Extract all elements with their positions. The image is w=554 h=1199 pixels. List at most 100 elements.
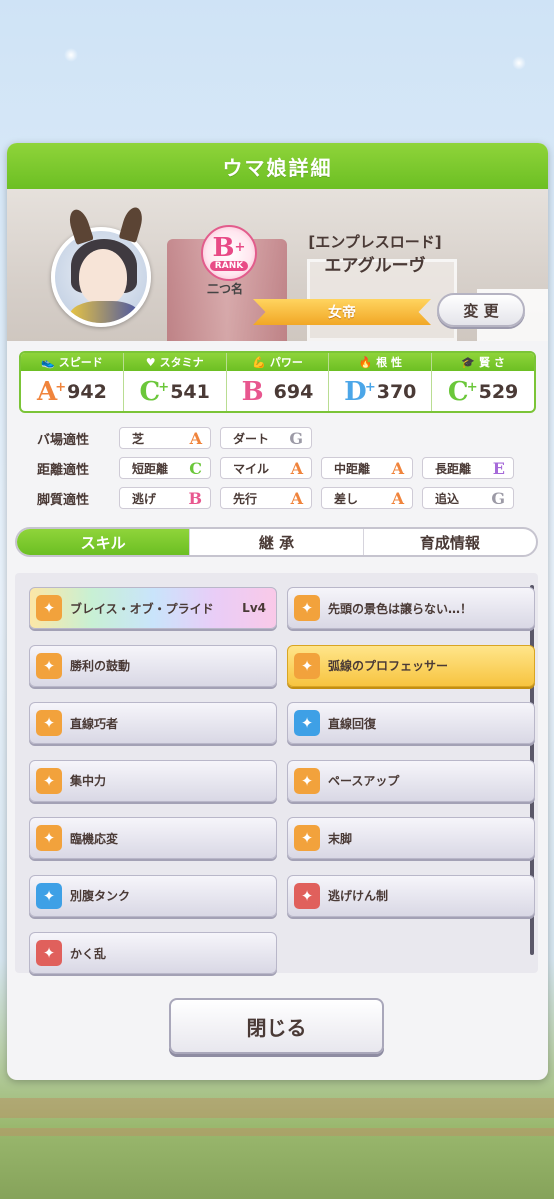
- aptitude-name: ダート: [233, 431, 270, 446]
- nickname-label[interactable]: 二つ名: [207, 280, 243, 297]
- aptitude-row-distance: 距離適性 短距離 C マイル A 中距離 A 長距離 E: [19, 453, 536, 483]
- aptitude-row-track: バ場適性芝 A ダート G: [19, 423, 536, 453]
- skill-name: かく乱: [70, 946, 107, 961]
- rank-letter: B+: [212, 232, 246, 263]
- aptitude-grade: C: [189, 458, 202, 478]
- aptitude-cell: 芝A: [119, 427, 211, 449]
- skill-button[interactable]: ✦ ペースアップ: [287, 759, 535, 802]
- background-sparkle: [512, 56, 526, 70]
- stat-label: パワー: [269, 356, 303, 369]
- aptitude-grade: E: [492, 458, 505, 478]
- skill-icon: ✦: [36, 882, 62, 909]
- change-title-button[interactable]: 変 更: [437, 293, 525, 327]
- skill-button[interactable]: ✦ 別腹タンク: [29, 874, 277, 917]
- stat-body: D +370: [329, 371, 431, 411]
- stat-grade: A +: [36, 377, 67, 407]
- stat-body: C +529: [432, 371, 534, 411]
- skill-button[interactable]: ✦ 弧線のプロフェッサー: [287, 644, 535, 687]
- skill-name: 直線巧者: [70, 716, 119, 731]
- aptitude-name: 差し: [334, 491, 359, 506]
- heart-icon: ♥: [145, 355, 156, 369]
- tab-training-info[interactable]: 育成情報: [364, 529, 536, 555]
- tab-inheritance[interactable]: 継 承: [190, 529, 364, 555]
- skill-icon: ✦: [36, 652, 62, 679]
- skill-icon: ✦: [36, 940, 62, 966]
- skill-button[interactable]: ✦ ブレイス・オブ・プライド Lv4: [29, 587, 277, 629]
- skill-name: 集中力: [70, 774, 107, 788]
- skill-level: Lv4: [242, 601, 266, 615]
- skill-name: 別腹タンク: [70, 889, 131, 903]
- aptitude-name: 先行: [233, 491, 258, 506]
- stat-header: 🔥 根 性: [329, 353, 432, 371]
- skill-button[interactable]: ✦ 先頭の景色は譲らない…！: [287, 587, 535, 629]
- aptitude-name: 長距離: [435, 461, 472, 476]
- aptitude-cell: 逃げ B: [119, 487, 211, 509]
- close-button[interactable]: 閉じる: [169, 998, 384, 1054]
- stat-label: スタミナ: [159, 356, 204, 369]
- aptitude-grade: B: [188, 488, 202, 508]
- background-sparkle: [64, 48, 78, 62]
- aptitude-grade: A: [391, 488, 404, 508]
- stat-4: 🎓 賢 さ C +529: [432, 353, 534, 411]
- tab-skills[interactable]: スキル: [17, 529, 191, 555]
- avatar-ear-right: [118, 205, 146, 243]
- skill-name: 弧線のプロフェッサー: [328, 659, 449, 673]
- stat-2: 💪 パワー B 694: [226, 353, 330, 411]
- stat-header: 💪 パワー: [226, 353, 329, 371]
- aptitude-label: 距離適性: [37, 462, 90, 478]
- skill-icon: ✦: [294, 882, 320, 909]
- skill-button[interactable]: ✦ 集中力: [29, 759, 277, 802]
- skill-button[interactable]: ✦ 末脚: [287, 817, 535, 859]
- aptitude-name: 中距離: [334, 461, 371, 476]
- stat-body: B 694: [227, 371, 329, 411]
- background-fence: [0, 1128, 554, 1136]
- aptitude-cell: 短距離 C: [119, 457, 211, 479]
- aptitude-name: 短距離: [132, 461, 169, 476]
- mortarboard-icon: 🎓: [461, 355, 476, 369]
- skill-list: ✦ ブレイス・オブ・プライド Lv4 ✦ 先頭の景色は譲らない…！ ✦ 勝利の鼓動 ✦ 弧線のプ…: [15, 573, 538, 974]
- stat-body: A +942: [21, 371, 123, 411]
- skill-icon: ✦: [294, 825, 320, 851]
- detail-tabs: スキル 継 承 育成情報: [15, 527, 538, 557]
- skill-name: 勝利の鼓動: [70, 659, 131, 673]
- aptitude-cell: 先行 A: [220, 487, 312, 509]
- character-avatar[interactable]: [51, 227, 151, 327]
- stat-body: C +541: [124, 371, 226, 411]
- stats-panel: 👟 スピード A +942 ♥ スタミナ C +541 💪 パワー B 694 🔥 根 性 D +370 🎓 賢 …: [19, 351, 536, 413]
- stat-grade: D +: [344, 377, 376, 407]
- skill-icon: ✦: [294, 652, 320, 679]
- skill-icon: ✦: [36, 710, 62, 736]
- character-name: エアグルーヴ: [324, 256, 426, 276]
- skill-button[interactable]: ✦ 直線回復: [287, 702, 535, 744]
- aptitude-grade: A: [290, 458, 303, 478]
- aptitude-grade: G: [491, 488, 505, 508]
- stat-grade: C +: [447, 377, 478, 407]
- aptitude-cell: 中距離 A: [321, 457, 413, 479]
- aptitude-label: 脚質適性: [37, 492, 90, 508]
- skill-button[interactable]: ✦ 直線巧者: [29, 702, 277, 744]
- rank-word: RANK: [209, 260, 249, 271]
- stat-label: スピード: [58, 356, 103, 369]
- stat-value: 541: [170, 381, 210, 403]
- aptitude-name: マイル: [233, 461, 270, 476]
- title-text: 女帝: [328, 305, 356, 321]
- stat-value: 529: [478, 381, 519, 403]
- aptitude-panel: バ場適性芝 A ダート G 距離適性 短距離 C マイル A 中距離 A 長距離 E 脚質適性 逃げ B 先行 A…: [19, 423, 536, 513]
- rank-badge: B+ RANK: [201, 225, 257, 281]
- skill-button[interactable]: ✦ 臨機応変: [29, 817, 277, 859]
- aptitude-cell: 長距離 E: [422, 457, 514, 479]
- skill-button[interactable]: ✦ かく乱: [29, 932, 277, 974]
- stat-header: ♥ スタミナ: [123, 353, 226, 371]
- stat-header: 🎓 賢 さ: [432, 353, 534, 371]
- skill-button[interactable]: ✦ 勝利の鼓動: [29, 644, 277, 687]
- outfit-name: [エンプレスロード]: [308, 233, 442, 251]
- stat-value: 370: [376, 381, 417, 403]
- dialog-title: ウマ娘詳細: [7, 143, 548, 189]
- skill-button[interactable]: ✦ 逃げけん制: [287, 874, 535, 917]
- aptitude-name: 追込: [435, 491, 460, 506]
- skill-icon: ✦: [294, 595, 320, 621]
- stat-value: 694: [273, 381, 314, 403]
- character-header: B+ RANK 二つ名 [エンプレスロード] エアグルーヴ 女帝 変 更: [7, 189, 548, 341]
- skill-name: 直線回復: [328, 716, 377, 731]
- title-ribbon: 女帝: [253, 299, 431, 325]
